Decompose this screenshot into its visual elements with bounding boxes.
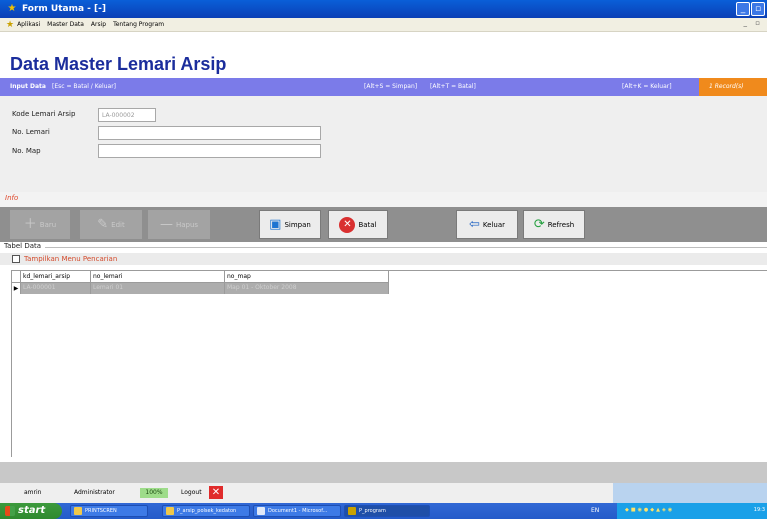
status-bar: amrin Administrator 100% Logout ✕: [0, 483, 767, 503]
task-p-program[interactable]: P_program: [344, 505, 430, 517]
edit-icon: ✎: [97, 216, 109, 232]
exit-icon: ⇦: [468, 216, 480, 232]
hapus-label: Hapus: [175, 220, 199, 229]
task-label: P_program: [359, 508, 386, 514]
col-kd-lemari-arsip[interactable]: kd_lemari_arsip: [21, 271, 91, 283]
search-menu-label[interactable]: Tampilkan Menu Pencarian: [24, 255, 117, 263]
program-icon: [348, 507, 356, 515]
data-grid[interactable]: kd_lemari_arsip no_lemari no_map ▶ LA-00…: [11, 270, 767, 457]
start-button[interactable]: start: [0, 503, 62, 519]
action-toolbar: ＋ Baru ✎ Edit — Hapus ▣ Simpan ✕ Batal ⇦…: [0, 207, 767, 242]
simpan-label: Simpan: [284, 220, 311, 229]
bottom-band: [0, 462, 767, 483]
task-document1[interactable]: Document1 - Microsof...: [253, 505, 341, 517]
menu-bar: ★ Aplikasi Master Data Arsip Tentang Pro…: [0, 18, 767, 32]
baru-button[interactable]: ＋ Baru: [10, 210, 70, 239]
window-title: Form Utama - [-]: [22, 4, 107, 14]
task-label: PRINTSCREN: [85, 508, 117, 514]
windows-logo-icon: [5, 506, 15, 516]
cell-no-lemari[interactable]: Lemari 01: [91, 283, 225, 294]
user-role: Administrator: [74, 489, 115, 496]
clock: 19:3: [753, 507, 765, 513]
app-icon: ★: [7, 3, 17, 14]
refresh-icon: ⟳: [533, 216, 545, 232]
kode-lemari-input[interactable]: [98, 108, 156, 122]
cell-kd-lemari[interactable]: LA-000001: [21, 283, 91, 294]
menu-arsip[interactable]: Arsip: [91, 21, 106, 28]
kode-lemari-label: Kode Lemari Arsip: [12, 110, 76, 118]
zoom-level: 100%: [140, 488, 168, 498]
logout-icon[interactable]: ✕: [209, 486, 223, 499]
page-header: Data Master Lemari Arsip: [0, 32, 767, 78]
col-no-lemari[interactable]: no_lemari: [91, 271, 225, 283]
input-data-label: Input Data: [10, 83, 46, 90]
search-menu-checkbox[interactable]: [12, 255, 20, 263]
menu-tentang-program[interactable]: Tentang Program: [113, 21, 164, 28]
refresh-label: Refresh: [547, 220, 575, 229]
refresh-button[interactable]: ⟳ Refresh: [523, 210, 585, 239]
edit-button[interactable]: ✎ Edit: [80, 210, 142, 239]
task-label: Document1 - Microsof...: [268, 508, 328, 514]
esc-hint: [Esc = Batal / Keluar]: [52, 83, 117, 90]
keluar-label: Keluar: [482, 220, 505, 229]
section-divider: [38, 247, 767, 248]
taskbar: start PRINTSCREN P_arsip_polsek_kedaton …: [0, 503, 767, 519]
cancel-icon: ✕: [339, 216, 356, 233]
no-lemari-input[interactable]: [98, 126, 321, 140]
col-no-map[interactable]: no_map: [225, 271, 389, 283]
keluar-button[interactable]: ⇦ Keluar: [456, 210, 518, 239]
tray-icons[interactable]: ◆■◉●◆▲◈◉: [625, 507, 674, 513]
grid-header: kd_lemari_arsip no_lemari no_map: [12, 271, 389, 283]
task-printscren[interactable]: PRINTSCREN: [70, 505, 148, 517]
menu-app-icon: ★: [6, 19, 15, 30]
cell-no-map[interactable]: Map 01 - Oktober 2008: [225, 283, 389, 294]
status-end-panel: [613, 483, 767, 503]
system-tray: ◆■◉●◆▲◈◉ 19:3: [617, 503, 767, 519]
user-name: amrin: [24, 489, 42, 496]
mdi-controls[interactable]: _ ▫: [744, 19, 763, 27]
form-panel: Kode Lemari Arsip No. Lemari No. Map: [0, 96, 767, 192]
logout-label[interactable]: Logout: [181, 489, 202, 496]
save-hint: [Alt+S = Simpan]: [364, 83, 418, 90]
info-label: Info: [5, 194, 19, 202]
batal-label: Batal: [358, 220, 377, 229]
info-bar: Info: [0, 192, 767, 207]
delete-icon: —: [159, 216, 173, 232]
exit-hint: [Alt+K = Keluar]: [622, 83, 672, 90]
folder-icon: [74, 507, 82, 515]
page-title: Data Master Lemari Arsip: [10, 54, 227, 74]
start-label: start: [18, 505, 46, 516]
task-arsip-polsek[interactable]: P_arsip_polsek_kedaton: [162, 505, 250, 517]
menu-aplikasi[interactable]: Aplikasi: [17, 21, 40, 28]
maximize-button[interactable]: ▫: [751, 2, 765, 16]
new-icon: ＋: [23, 216, 37, 232]
table-row[interactable]: ▶ LA-000001 Lemari 01 Map 01 - Oktober 2…: [12, 283, 389, 294]
cancel-hint: [Alt+T = Batal]: [430, 83, 476, 90]
simpan-button[interactable]: ▣ Simpan: [259, 210, 321, 239]
no-map-input[interactable]: [98, 144, 321, 158]
save-icon: ▣: [269, 216, 282, 232]
record-count: 1 Record(s): [699, 78, 767, 96]
edit-label: Edit: [111, 220, 125, 229]
batal-button[interactable]: ✕ Batal: [328, 210, 388, 239]
input-strip: Input Data [Esc = Batal / Keluar] [Alt+S…: [0, 78, 767, 96]
no-lemari-label: No. Lemari: [12, 128, 50, 136]
menu-master-data[interactable]: Master Data: [47, 21, 84, 28]
row-pointer-icon: ▶: [12, 283, 21, 294]
minimize-button[interactable]: _: [736, 2, 750, 16]
task-label: P_arsip_polsek_kedaton: [177, 508, 237, 514]
folder-icon: [166, 507, 174, 515]
word-icon: [257, 507, 265, 515]
baru-label: Baru: [39, 220, 57, 229]
language-indicator[interactable]: EN: [591, 507, 599, 514]
window-controls: _ ▫: [736, 2, 765, 16]
no-map-label: No. Map: [12, 147, 41, 155]
window-titlebar: ★ Form Utama - [-] _ ▫: [0, 0, 767, 18]
search-toggle-bar: Tampilkan Menu Pencarian: [0, 253, 767, 265]
hapus-button[interactable]: — Hapus: [148, 210, 210, 239]
tabel-data-label: Tabel Data: [4, 242, 46, 250]
grid-corner: [12, 271, 21, 283]
